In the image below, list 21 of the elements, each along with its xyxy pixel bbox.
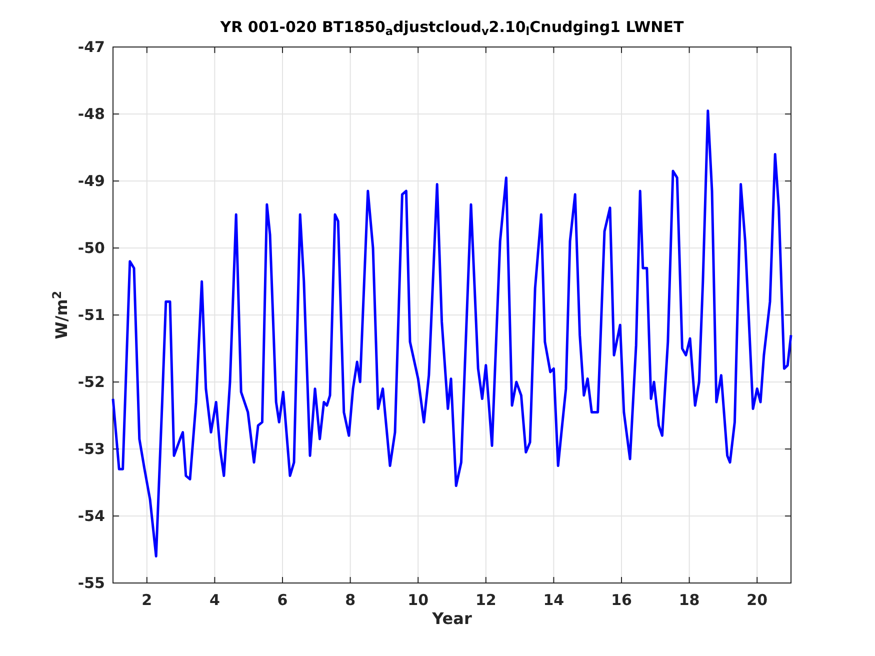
tick-label: 16 — [611, 591, 632, 609]
tick-label: -52 — [78, 373, 105, 391]
tick-label: 18 — [678, 591, 700, 609]
tick-label: -48 — [78, 105, 105, 123]
axis-label: Year — [432, 609, 472, 628]
tick-label: -49 — [78, 172, 105, 190]
tick-label: -51 — [78, 306, 105, 324]
tick-label: -54 — [78, 507, 105, 525]
tick-label: -50 — [78, 239, 105, 257]
tick-label: 4 — [209, 591, 220, 609]
tick-label: 10 — [408, 591, 429, 609]
tick-label: 2 — [142, 591, 152, 609]
tick-label: 6 — [277, 591, 288, 609]
tick-label: 14 — [543, 591, 564, 609]
tick-label: -47 — [78, 38, 105, 56]
tick-label: 20 — [746, 591, 768, 609]
tick-label: 8 — [345, 591, 356, 609]
tick-label: -53 — [78, 440, 105, 458]
chart-title: YR 001-020 BT1850$_{a}$djustcloud$_{v}$2.10$_{l}$Cnudging1 LWNET — [220, 18, 684, 36]
tick-label: 12 — [475, 591, 496, 609]
tick-label: -55 — [78, 574, 105, 592]
